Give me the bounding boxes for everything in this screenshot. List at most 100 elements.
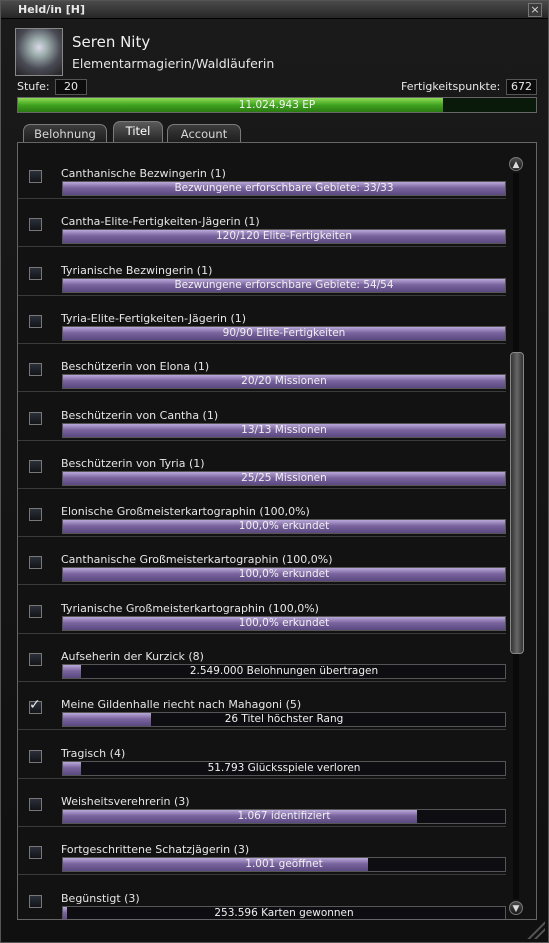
title-progress-text: 26 Titel höchster Rang <box>224 713 344 726</box>
title-row[interactable]: Cantha-Elite-Fertigkeiten-Jägerin (1) 120… <box>18 199 506 248</box>
experience-bar: 11.024.943 EP <box>17 97 537 113</box>
title-name: Beschützerin von Elona (1) <box>61 360 210 374</box>
title-row[interactable]: Elonische Großmeisterkartographin (100,0… <box>18 489 506 538</box>
title-progress-text: 100,0% erkundet <box>238 568 330 581</box>
experience-text: 11.024.943 EP <box>238 99 316 111</box>
title-progress-text: 51.793 Glücksspiele verloren <box>207 761 361 774</box>
skillpoints-value: 672 <box>506 79 537 95</box>
title-row[interactable]: Tragisch (4) 51.793 Glücksspiele verloren <box>18 731 506 779</box>
title-name: Aufseherin der Kurzick (8) <box>61 650 204 663</box>
resize-grip-icon[interactable] <box>525 919 545 939</box>
title-name: Weisheitsverehrerin (3) <box>61 794 190 808</box>
title-display-checkbox[interactable] <box>29 266 42 280</box>
scrollbar-track[interactable] <box>510 173 524 899</box>
title-progress-bar: Bezwungene erforschbare Gebiete: 33/33 <box>62 181 506 196</box>
title-name: Fortgeschrittene Schatzjägerin (3) <box>61 843 250 857</box>
tab-account[interactable]: Account <box>167 124 241 144</box>
title-progress-bar: 100,0% erkundet <box>62 567 506 583</box>
title-progress-bar: 13/13 Missionen <box>62 422 506 438</box>
title-progress-text: 1.001 geöffnet <box>245 858 323 871</box>
title-display-checkbox[interactable] <box>29 556 42 570</box>
title-row[interactable]: Aufseherin der Kurzick (8) 2.549.000 Belo… <box>18 634 506 682</box>
title-progress-bar: 51.793 Glücksspiele verloren <box>62 760 506 776</box>
title-progress-bar: 25/25 Missionen <box>62 470 506 486</box>
title-display-checkbox[interactable] <box>29 604 42 618</box>
character-profession: Elementarmagierin/Waldläuferin <box>72 56 275 71</box>
character-name: Seren Nity <box>72 33 151 51</box>
title-progress-text: 90/90 Elite-Fertigkeiten <box>222 326 346 339</box>
title-row[interactable]: Tyrianische Großmeisterkartographin (100… <box>18 586 506 634</box>
tab-titel[interactable]: Titel <box>113 121 163 143</box>
title-display-checkbox[interactable] <box>29 749 42 763</box>
titles-list-panel: Canthanische Bezwingerin (1) Bezwungene e… <box>17 142 537 920</box>
scrollbar-thumb[interactable] <box>510 351 524 654</box>
title-progress-text: 100,0% erkundet <box>238 616 330 629</box>
title-name: Elonische Großmeisterkartographin (100,0… <box>61 505 310 519</box>
title-progress-bar: 90/90 Elite-Fertigkeiten <box>62 325 506 341</box>
title-progress-text: 20/20 Missionen <box>241 375 327 388</box>
checkmark-icon: ✓ <box>29 697 41 714</box>
title-progress-bar: 1.067 identifiziert <box>62 808 506 824</box>
title-row[interactable]: Tyria-Elite-Fertigkeiten-Jägerin (1) 90/9… <box>18 296 506 344</box>
title-display-checkbox[interactable] <box>29 846 42 860</box>
title-progress-bar: 26 Titel höchster Rang <box>62 712 506 728</box>
title-row[interactable]: Beschützerin von Elona (1) 20/20 Missione… <box>18 344 506 393</box>
level-value: 20 <box>55 79 87 95</box>
title-row[interactable]: Beschützerin von Tyria (1) 25/25 Missione… <box>18 441 506 489</box>
title-progress-bar: 100,0% erkundet <box>62 615 506 631</box>
scroll-down-icon[interactable]: ▼ <box>509 901 523 915</box>
title-progress-bar: 120/120 Elite-Fertigkeiten <box>62 229 506 245</box>
title-name: Tyrianische Bezwingerin (1) <box>61 263 213 277</box>
title-progress-text: 100,0% erkundet <box>238 520 330 533</box>
title-name: Tyria-Elite-Fertigkeiten-Jägerin (1) <box>61 311 247 325</box>
title-row[interactable]: ✓ Meine Gildenhalle riecht nach Mahagoni … <box>18 682 506 731</box>
title-name: Canthanische Großmeisterkartographin (10… <box>61 553 333 567</box>
title-display-checkbox[interactable] <box>29 218 42 232</box>
title-row[interactable]: Canthanische Bezwingerin (1) Bezwungene e… <box>18 151 506 199</box>
title-display-checkbox[interactable] <box>29 653 42 666</box>
title-display-checkbox[interactable] <box>29 314 42 328</box>
title-name: Beschützerin von Cantha (1) <box>61 408 219 422</box>
title-progress-text: 13/13 Missionen <box>241 423 327 436</box>
title-name: Begünstigt (3) <box>61 891 140 905</box>
title-progress-text: Bezwungene erforschbare Gebiete: 33/33 <box>174 182 394 194</box>
title-row[interactable]: Beschützerin von Cantha (1) 13/13 Mission… <box>18 393 506 441</box>
title-progress-text: 120/120 Elite-Fertigkeiten <box>215 230 353 243</box>
title-progress-text: 2.549.000 Belohnungen übertragen <box>189 665 379 677</box>
title-display-checkbox[interactable] <box>29 797 42 811</box>
title-display-checkbox[interactable]: ✓ <box>29 697 42 715</box>
tab-belohnung[interactable]: Belohnung <box>23 124 107 144</box>
title-display-checkbox[interactable] <box>29 170 42 183</box>
title-row[interactable]: Weisheitsverehrerin (3) 1.067 identifizie… <box>18 779 506 827</box>
title-progress-text: 25/25 Missionen <box>241 471 327 484</box>
title-display-checkbox[interactable] <box>29 508 42 522</box>
title-display-checkbox[interactable] <box>29 363 42 377</box>
title-row[interactable]: Canthanische Großmeisterkartographin (10… <box>18 537 506 586</box>
title-progress-text: 1.067 identifiziert <box>237 809 331 822</box>
character-portrait <box>15 28 63 76</box>
scrollbar[interactable]: ▲ ▼ <box>509 157 524 917</box>
title-name: Cantha-Elite-Fertigkeiten-Jägerin (1) <box>61 215 260 229</box>
title-display-checkbox[interactable] <box>29 411 42 425</box>
title-progress-text: Bezwungene erforschbare Gebiete: 54/54 <box>174 278 394 291</box>
window-titlebar[interactable]: Held/in [H] × <box>1 1 548 19</box>
title-display-checkbox[interactable] <box>29 459 42 473</box>
title-progress-bar: 20/20 Missionen <box>62 374 506 390</box>
title-row[interactable]: Begünstigt (3) 253.596 Karten gewonnen <box>18 876 506 919</box>
title-progress-bar: Bezwungene erforschbare Gebiete: 54/54 <box>62 277 506 293</box>
close-icon[interactable]: × <box>528 3 542 17</box>
title-name: Canthanische Bezwingerin (1) <box>61 167 226 180</box>
level-label: Stufe: <box>17 80 50 93</box>
skillpoints-label: Fertigkeitspunkte: <box>401 80 501 93</box>
title-progress-bar: 100,0% erkundet <box>62 519 506 535</box>
title-progress-bar: 253.596 Karten gewonnen <box>62 905 506 919</box>
title-name: Tyrianische Großmeisterkartographin (100… <box>61 601 319 615</box>
scroll-up-icon[interactable]: ▲ <box>509 157 523 171</box>
title-progress-bar: 1.001 geöffnet <box>62 857 506 873</box>
title-row[interactable]: Tyrianische Bezwingerin (1) Bezwungene er… <box>18 248 506 296</box>
title-progress-bar: 2.549.000 Belohnungen übertragen <box>62 664 506 679</box>
title-row[interactable]: Fortgeschrittene Schatzjägerin (3) 1.001 … <box>18 827 506 876</box>
title-display-checkbox[interactable] <box>29 894 42 908</box>
title-name: Tragisch (4) <box>61 746 126 760</box>
title-name: Beschützerin von Tyria (1) <box>61 456 205 470</box>
